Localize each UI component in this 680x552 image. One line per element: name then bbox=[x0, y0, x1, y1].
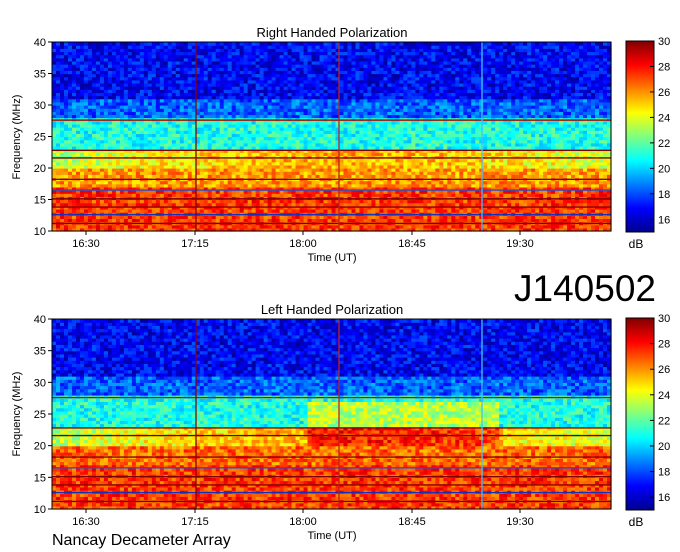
spectrogram-plot-area bbox=[51, 41, 612, 232]
panel-right-handed: Right Handed Polarization 10152025303540… bbox=[11, 25, 670, 264]
panel-title: Right Handed Polarization bbox=[256, 25, 407, 40]
figure: Right Handed Polarization 10152025303540… bbox=[11, 25, 670, 549]
